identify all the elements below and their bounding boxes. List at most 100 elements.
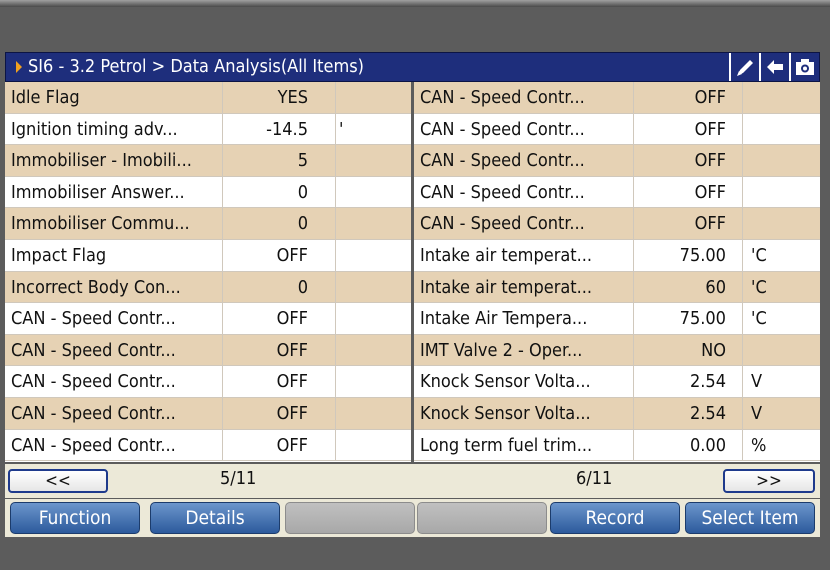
record-button[interactable]: Record xyxy=(550,502,680,534)
item-value: 0.00 xyxy=(633,429,736,461)
table-row[interactable]: Immobiliser - Imobili... 5 xyxy=(5,145,411,177)
item-value: 75.00 xyxy=(633,303,736,335)
item-unit xyxy=(335,303,411,335)
item-value: YES xyxy=(222,82,318,113)
table-row[interactable]: CAN - Speed Contr... OFF xyxy=(414,176,820,209)
blank-button-2 xyxy=(417,502,547,534)
title-bar-icons xyxy=(729,53,819,81)
table-row[interactable]: CAN - Speed Contr... OFF xyxy=(5,397,411,430)
item-name: CAN - Speed Contr... xyxy=(11,402,176,424)
item-name: IMT Valve 2 - Oper... xyxy=(420,339,583,361)
table-row[interactable]: CAN - Speed Contr... OFF xyxy=(414,145,820,177)
table-row[interactable]: Ignition timing adv... -14.5 ' xyxy=(5,113,411,146)
left-page-indicator: 5/11 xyxy=(220,468,257,489)
item-unit xyxy=(335,334,411,366)
item-value: 5 xyxy=(222,145,318,177)
item-unit xyxy=(335,397,411,429)
table-row[interactable]: Incorrect Body Con... 0 xyxy=(5,271,411,304)
item-unit xyxy=(335,208,411,240)
blank-button-1 xyxy=(285,502,415,534)
item-unit xyxy=(742,113,820,145)
item-value: OFF xyxy=(222,366,318,398)
table-row[interactable]: Impact Flag OFF xyxy=(5,239,411,272)
item-name: Incorrect Body Con... xyxy=(11,276,181,298)
item-value: 0 xyxy=(222,208,318,240)
prev-page-button[interactable]: << xyxy=(8,469,108,493)
item-value: 0 xyxy=(222,271,318,303)
item-value: 60 xyxy=(633,271,736,303)
item-name: CAN - Speed Contr... xyxy=(11,371,176,393)
table-row[interactable]: CAN - Speed Contr... OFF xyxy=(5,334,411,367)
table-row[interactable]: Immobiliser Commu... 0 xyxy=(5,208,411,240)
item-value: 0 xyxy=(222,176,318,208)
item-name: Immobiliser Commu... xyxy=(11,213,190,235)
item-value: OFF xyxy=(633,113,736,145)
back-arrow-icon[interactable] xyxy=(759,53,789,81)
item-name: Knock Sensor Volta... xyxy=(420,371,591,393)
item-value: OFF xyxy=(222,239,318,271)
table-row[interactable]: CAN - Speed Contr... OFF xyxy=(5,366,411,398)
item-value: 2.54 xyxy=(633,366,736,398)
item-name: Impact Flag xyxy=(11,244,107,266)
item-value: OFF xyxy=(633,176,736,208)
title-bar: SI6 - 3.2 Petrol > Data Analysis(All Ite… xyxy=(5,52,820,82)
item-unit xyxy=(335,82,411,113)
item-unit xyxy=(742,145,820,177)
item-value: OFF xyxy=(633,82,736,113)
table-row[interactable]: CAN - Speed Contr... OFF xyxy=(414,82,820,114)
table-row[interactable]: Knock Sensor Volta... 2.54 V xyxy=(414,366,820,398)
item-unit: ' xyxy=(335,113,411,145)
right-page-indicator: 6/11 xyxy=(576,468,613,489)
item-name: Intake Air Tempera... xyxy=(420,308,588,330)
item-unit xyxy=(335,366,411,398)
item-value: OFF xyxy=(222,303,318,335)
item-unit xyxy=(335,239,411,271)
item-name: Immobiliser Answer... xyxy=(11,181,185,203)
table-row[interactable]: CAN - Speed Contr... OFF xyxy=(5,429,411,462)
item-value: OFF xyxy=(633,208,736,240)
item-value: OFF xyxy=(222,334,318,366)
next-page-button[interactable]: >> xyxy=(723,469,815,493)
item-unit: V xyxy=(742,397,820,429)
bottom-frame xyxy=(0,540,830,570)
item-unit: % xyxy=(742,429,820,461)
item-name: Idle Flag xyxy=(11,87,80,108)
table-row[interactable]: Intake air temperat... 60 'C xyxy=(414,271,820,304)
item-unit xyxy=(742,334,820,366)
details-button[interactable]: Details xyxy=(150,502,280,534)
item-unit xyxy=(335,176,411,208)
table-row[interactable]: CAN - Speed Contr... OFF xyxy=(5,303,411,335)
item-name: Immobiliser - Imobili... xyxy=(11,150,192,172)
item-name: Long term fuel trim... xyxy=(420,434,593,456)
select-item-button[interactable]: Select Item xyxy=(685,502,815,534)
item-name: CAN - Speed Contr... xyxy=(420,181,585,203)
table-row[interactable]: Immobiliser Answer... 0 xyxy=(5,176,411,209)
table-row[interactable]: CAN - Speed Contr... OFF xyxy=(414,113,820,146)
table-row[interactable]: CAN - Speed Contr... OFF xyxy=(414,208,820,240)
table-row[interactable]: Intake Air Tempera... 75.00 'C xyxy=(414,303,820,335)
item-unit: 'C xyxy=(742,303,820,335)
item-value: NO xyxy=(633,334,736,366)
table-row[interactable]: Knock Sensor Volta... 2.54 V xyxy=(414,397,820,430)
item-value: OFF xyxy=(633,145,736,177)
function-button-bar: Function Details Record Select Item xyxy=(5,499,820,537)
table-row[interactable]: Idle Flag YES xyxy=(5,82,411,114)
item-unit: V xyxy=(742,366,820,398)
function-button[interactable]: Function xyxy=(10,502,140,534)
item-name: Ignition timing adv... xyxy=(11,118,178,140)
camera-icon[interactable] xyxy=(789,53,819,81)
item-value: 2.54 xyxy=(633,397,736,429)
page-title: SI6 - 3.2 Petrol > Data Analysis(All Ite… xyxy=(28,56,364,77)
item-name: CAN - Speed Contr... xyxy=(11,434,176,456)
table-row[interactable]: IMT Valve 2 - Oper... NO xyxy=(414,334,820,367)
item-name: Intake air temperat... xyxy=(420,244,593,266)
item-unit xyxy=(742,176,820,208)
table-row[interactable]: Intake air temperat... 75.00 'C xyxy=(414,239,820,272)
pen-icon[interactable] xyxy=(729,53,759,81)
item-name: Knock Sensor Volta... xyxy=(420,402,591,424)
item-unit xyxy=(742,82,820,113)
table-row[interactable]: Long term fuel trim... 0.00% xyxy=(414,429,820,462)
pagination-bar: << 5/11 6/11 >> xyxy=(5,464,820,498)
item-value: 75.00 xyxy=(633,239,736,271)
item-unit xyxy=(335,429,411,461)
